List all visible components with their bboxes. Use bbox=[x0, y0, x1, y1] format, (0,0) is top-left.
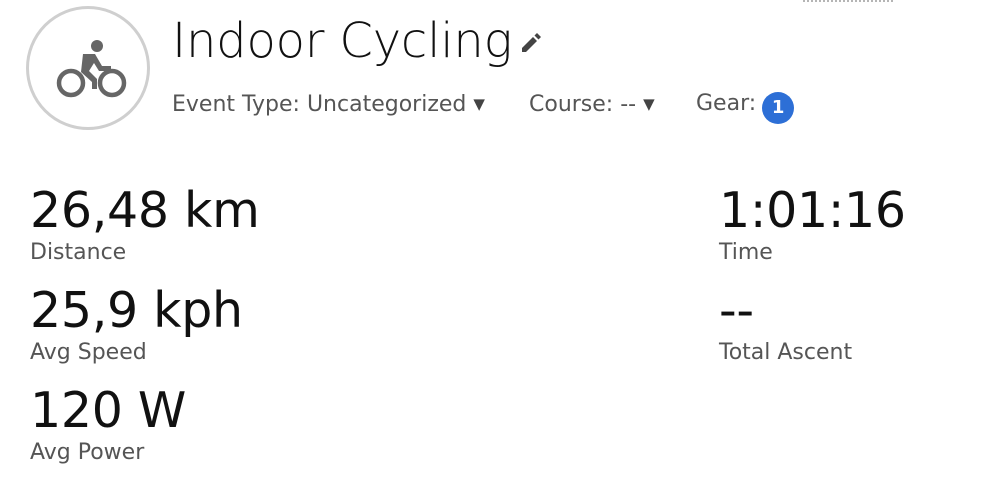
time-label: Time bbox=[719, 240, 773, 265]
avg-speed-stat: 25,9 kph Avg Speed bbox=[30, 282, 243, 366]
course-dropdown[interactable]: Course: -- ▼ bbox=[529, 88, 655, 121]
activity-avatar bbox=[26, 6, 150, 130]
avg-power-label: Avg Power bbox=[30, 440, 145, 465]
activity-title: Indoor Cycling bbox=[172, 13, 513, 69]
caret-down-icon: ▼ bbox=[643, 95, 655, 113]
avg-speed-label: Avg Speed bbox=[30, 340, 147, 365]
distance-label: Distance bbox=[30, 240, 127, 265]
pencil-icon[interactable] bbox=[518, 29, 544, 55]
time-stat: 1:01:16 Time bbox=[719, 182, 906, 266]
total-ascent-stat: -- Total Ascent bbox=[719, 282, 852, 366]
distance-value: 26,48 km bbox=[30, 182, 260, 239]
top-divider bbox=[803, 0, 893, 4]
total-ascent-label: Total Ascent bbox=[719, 340, 853, 365]
event-type-label: Event Type: Uncategorized bbox=[172, 92, 467, 117]
gear-label: Gear: bbox=[696, 91, 757, 116]
time-value: 1:01:16 bbox=[719, 182, 906, 239]
cyclist-icon bbox=[56, 40, 127, 98]
avg-power-stat: 120 W Avg Power bbox=[30, 382, 186, 466]
event-type-dropdown[interactable]: Event Type: Uncategorized ▼ bbox=[172, 88, 485, 121]
distance-stat: 26,48 km Distance bbox=[30, 182, 260, 266]
avg-power-value: 120 W bbox=[30, 382, 187, 439]
caret-down-icon: ▼ bbox=[473, 95, 485, 113]
total-ascent-value: -- bbox=[719, 282, 754, 339]
gear-count-badge[interactable]: 1 bbox=[762, 92, 795, 124]
course-label: Course: -- bbox=[529, 92, 637, 117]
gear-field: Gear: 1 bbox=[696, 88, 795, 124]
avg-speed-value: 25,9 kph bbox=[30, 282, 243, 339]
